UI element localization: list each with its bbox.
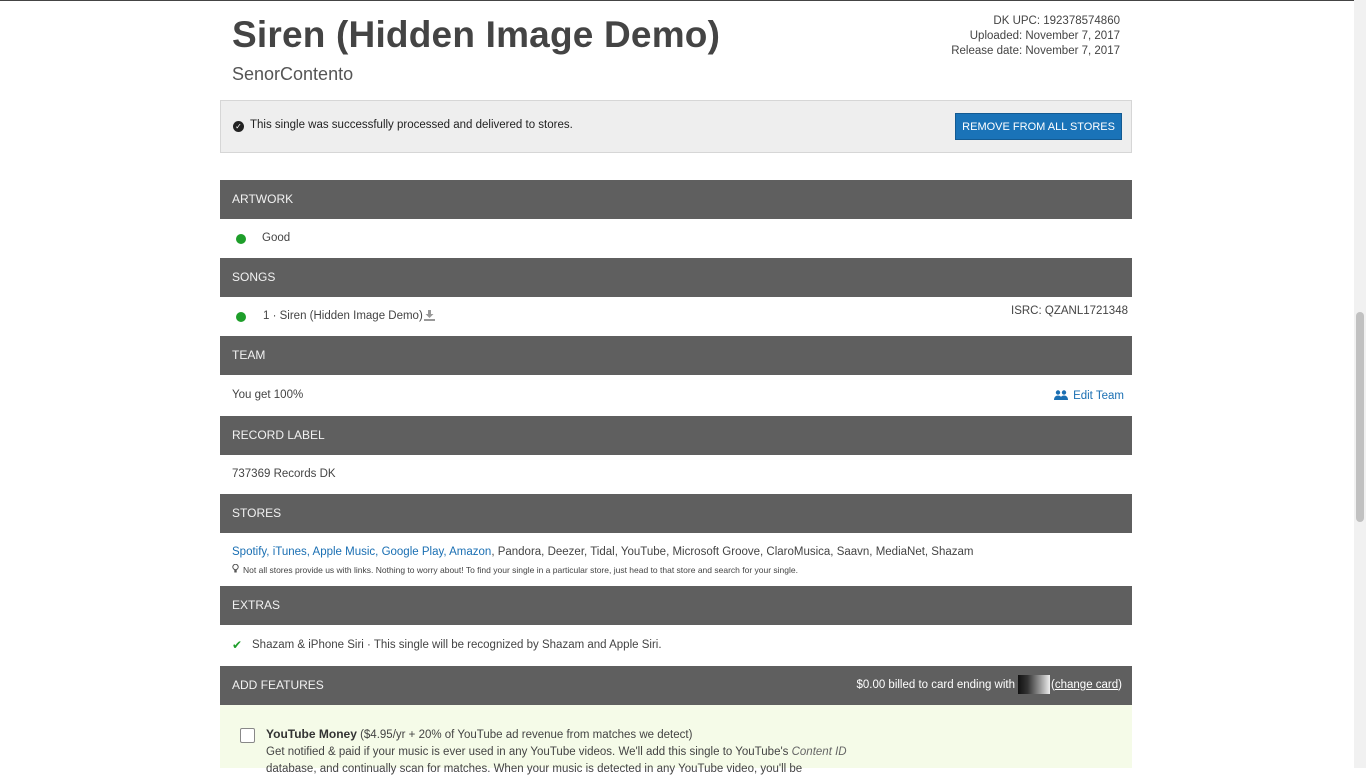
- add-features-section-header: ADD FEATURES $0.00 billed to card ending…: [220, 666, 1132, 705]
- status-ok-dot-icon: [236, 234, 246, 244]
- uploaded-text: Uploaded: November 7, 2017: [969, 30, 1120, 42]
- edit-team-label: Edit Team: [1073, 390, 1124, 402]
- content-id-text: Content ID: [791, 746, 847, 758]
- record-label-heading: RECORD LABEL: [232, 428, 325, 442]
- page-scrollbar[interactable]: [1354, 0, 1366, 768]
- songs-section-header: SONGS: [220, 258, 1132, 297]
- check-circle-icon: ✓: [233, 121, 244, 132]
- linked-stores[interactable]: Spotify, iTunes, Apple Music, Google Pla…: [232, 546, 491, 558]
- song-row: 1 · Siren (Hidden Image Demo) ISRC: QZAN…: [220, 297, 1132, 336]
- release-title: Siren (Hidden Image Demo): [232, 14, 721, 55]
- team-share: You get 100%: [232, 389, 304, 401]
- stores-heading: STORES: [232, 506, 282, 520]
- stores-note-text: Not all stores provide us with links. No…: [243, 565, 798, 575]
- youtube-money-checkbox[interactable]: [240, 728, 255, 743]
- artist-name: SenorContento: [232, 64, 354, 84]
- stores-row: Spotify, iTunes, Apple Music, Google Pla…: [220, 533, 1132, 585]
- record-label-row: 737369 Records DK: [220, 455, 1132, 494]
- youtube-money-desc-1: Get notified & paid if your music is eve…: [266, 746, 792, 758]
- team-row: You get 100% Edit Team: [220, 375, 1132, 416]
- stores-section-header: STORES: [220, 494, 1132, 533]
- change-card-link[interactable]: change card: [1055, 679, 1118, 691]
- billing-text: $0.00 billed to card ending with: [856, 679, 1016, 691]
- extras-item: Shazam & iPhone Siri · This single will …: [252, 639, 662, 651]
- youtube-money-title: YouTube Money: [266, 727, 357, 741]
- youtube-money-feature: YouTube Money ($4.95/yr + 20% of YouTube…: [220, 705, 1132, 775]
- songs-heading: SONGS: [232, 270, 276, 284]
- delivery-status-panel: ✓ This single was successfully processed…: [220, 100, 1132, 153]
- youtube-money-description: YouTube Money ($4.95/yr + 20% of YouTube…: [266, 726, 866, 778]
- remove-from-all-stores-button[interactable]: REMOVE FROM ALL STORES: [955, 113, 1122, 140]
- team-section-header: TEAM: [220, 336, 1132, 375]
- top-border: [0, 0, 1354, 1]
- extras-row: ✔ Shazam & iPhone Siri · This single wil…: [220, 625, 1132, 666]
- download-icon[interactable]: [424, 310, 435, 324]
- team-heading: TEAM: [232, 348, 266, 362]
- extras-section-header: EXTRAS: [220, 586, 1132, 625]
- billing-info: $0.00 billed to card ending with (change …: [856, 666, 1122, 705]
- extras-heading: EXTRAS: [232, 598, 281, 612]
- card-number-redacted: [1018, 675, 1051, 695]
- status-message: This single was successfully processed a…: [250, 119, 573, 131]
- status-ok-dot-icon: [236, 312, 246, 322]
- edit-team-link[interactable]: Edit Team: [1054, 389, 1124, 402]
- release-meta: DK UPC: 192378574860 Uploaded: November …: [951, 14, 1120, 59]
- artwork-section-header: ARTWORK: [220, 180, 1132, 219]
- release-date-text: Release date: November 7, 2017: [951, 45, 1120, 57]
- paren-close: ): [1118, 679, 1122, 691]
- youtube-money-price: ($4.95/yr + 20% of YouTube ad revenue fr…: [356, 729, 693, 741]
- artwork-row: Good: [220, 219, 1132, 258]
- checkmark-icon: ✔: [232, 638, 243, 652]
- youtube-money-desc-2: database, and continually scan for match…: [266, 763, 803, 775]
- song-isrc: ISRC: QZANL1721348: [1011, 305, 1128, 317]
- artwork-heading: ARTWORK: [232, 192, 294, 206]
- record-label-value: 737369 Records DK: [232, 468, 336, 480]
- scrollbar-thumb[interactable]: [1356, 312, 1364, 522]
- stores-list: Spotify, iTunes, Apple Music, Google Pla…: [232, 546, 974, 558]
- artwork-status: Good: [262, 232, 291, 244]
- record-label-section-header: RECORD LABEL: [220, 416, 1132, 455]
- lightbulb-icon: [232, 564, 239, 573]
- add-features-heading: ADD FEATURES: [232, 678, 324, 692]
- stores-note: Not all stores provide us with links. No…: [232, 564, 798, 575]
- unlinked-stores: , Pandora, Deezer, Tidal, YouTube, Micro…: [491, 546, 974, 558]
- upc-text: DK UPC: 192378574860: [993, 15, 1120, 27]
- users-icon: [1054, 390, 1069, 400]
- song-title: 1 · Siren (Hidden Image Demo): [263, 310, 423, 322]
